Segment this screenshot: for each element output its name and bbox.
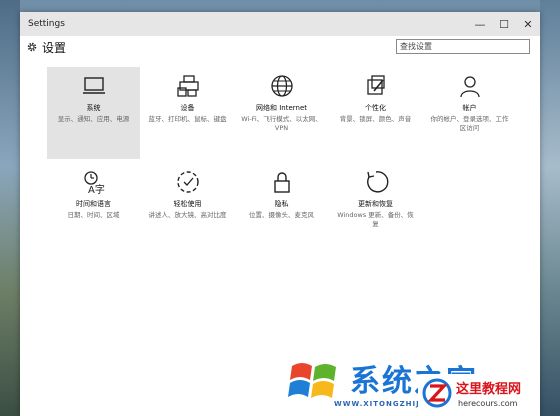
tile-privacy-name: 隐私: [274, 200, 289, 208]
tile-accounts[interactable]: 帐户 你的帐户、登录选项、工作区访问: [423, 67, 516, 159]
personalization-icon: [366, 75, 385, 95]
tile-personalization-desc: 背景、锁屏、颜色、声音: [339, 115, 412, 123]
tile-network-desc: Wi-Fi、飞行模式、以太网、VPN: [241, 115, 322, 132]
tile-system[interactable]: 系统 显示、通知、应用、电源: [47, 67, 140, 159]
minimize-button[interactable]: —: [468, 12, 492, 36]
tile-ease-of-access[interactable]: 轻松使用 讲述人、放大镜、高对比度: [141, 163, 234, 255]
tile-time-language[interactable]: A字 时间和语言 日期、时间、区域: [47, 163, 140, 255]
tile-update-recovery-name: 更新和恢复: [358, 200, 393, 208]
tile-privacy-desc: 位置、摄像头、麦克风: [249, 211, 314, 219]
time-language-icon: A字: [83, 171, 105, 195]
tile-devices[interactable]: 设备 蓝牙、打印机、鼠标、键盘: [141, 67, 234, 159]
desktop-wallpaper-left: [0, 0, 20, 416]
tile-update-recovery-desc: Windows 更新、备份、恢复: [337, 211, 414, 228]
badge-name: 这里教程网: [456, 382, 522, 397]
devices-icon: [176, 75, 199, 97]
ease-of-access-icon: [176, 171, 199, 193]
tile-devices-name: 设备: [180, 104, 195, 112]
search-input[interactable]: [396, 39, 530, 54]
lock-icon: [273, 172, 290, 193]
monitor-icon: [82, 77, 105, 94]
tile-accounts-desc: 你的帐户、登录选项、工作区访问: [430, 115, 509, 132]
tile-accounts-name: 帐户: [462, 104, 477, 112]
person-icon: [459, 76, 480, 98]
tile-ease-of-access-name: 轻松使用: [173, 200, 202, 208]
tile-ease-of-access-desc: 讲述人、放大镜、高对比度: [148, 211, 227, 219]
globe-icon: [270, 75, 293, 97]
badge-url: herecours.com: [458, 399, 518, 408]
title-bar[interactable]: Settings — ☐ ✕: [20, 12, 540, 36]
tile-privacy[interactable]: 隐私 位置、摄像头、麦克风: [235, 163, 328, 255]
gear-icon: [27, 42, 37, 52]
settings-header: 设置: [20, 36, 540, 58]
tile-update-recovery[interactable]: 更新和恢复 Windows 更新、备份、恢复: [329, 163, 422, 255]
close-button[interactable]: ✕: [516, 12, 540, 36]
page-title: 设置: [42, 40, 67, 55]
tile-time-language-desc: 日期、时间、区域: [67, 211, 120, 219]
maximize-button[interactable]: ☐: [492, 12, 516, 36]
windows-flag-icon: [288, 363, 336, 398]
z-logo-icon: [422, 378, 452, 408]
tile-personalization[interactable]: 个性化 背景、锁屏、颜色、声音: [329, 67, 422, 159]
tile-network-name: 网络和 Internet: [255, 104, 308, 112]
tile-system-desc: 显示、通知、应用、电源: [57, 115, 130, 123]
tile-network[interactable]: 网络和 Internet Wi-Fi、飞行模式、以太网、VPN: [235, 67, 328, 159]
svg-text:A字: A字: [88, 183, 105, 195]
tile-personalization-name: 个性化: [365, 104, 386, 112]
tile-devices-desc: 蓝牙、打印机、鼠标、键盘: [148, 115, 227, 123]
tile-time-language-name: 时间和语言: [76, 200, 111, 208]
update-icon: [366, 171, 388, 193]
desktop-wallpaper-right: [540, 0, 560, 416]
window-title: Settings: [28, 19, 65, 29]
tile-system-name: 系统: [86, 104, 101, 112]
watermark: 系统之家 WWW.XITONGZHIJIA.NET 这里教程网 herecour…: [270, 352, 540, 416]
site-badge: 这里教程网 herecours.com: [418, 374, 540, 414]
